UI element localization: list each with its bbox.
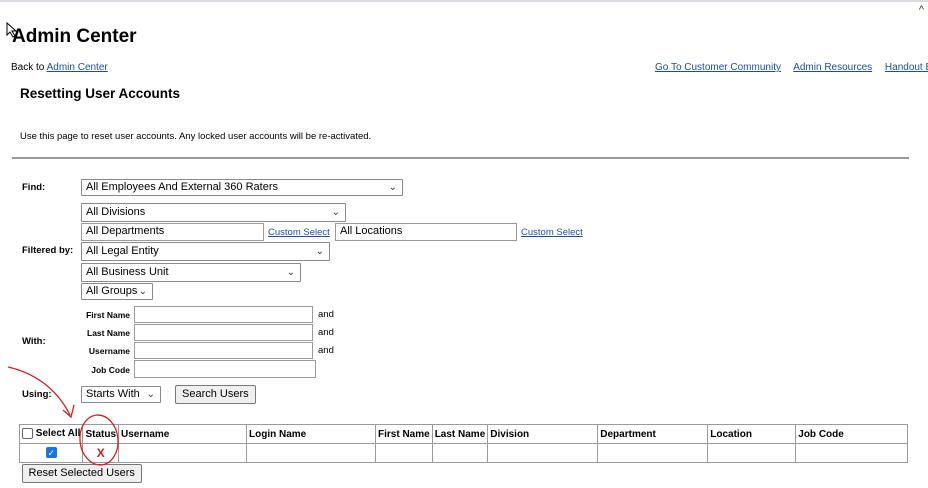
annotation-arrowhead — [62, 404, 75, 419]
legal-entity-value: All Legal Entity — [86, 245, 159, 257]
groups-value: All Groups — [86, 285, 138, 297]
last-name-input[interactable] — [134, 324, 313, 341]
business-unit-select[interactable]: All Business Unit ⌄ — [81, 263, 301, 282]
legal-entity-select[interactable]: All Legal Entity ⌄ — [81, 242, 330, 261]
top-border — [0, 0, 928, 2]
column-header[interactable]: First Name — [375, 424, 433, 444]
column-header[interactable]: Status — [82, 424, 119, 444]
using-label: Using: — [22, 389, 52, 400]
header-links: Go To Customer Community Admin Resources… — [655, 62, 928, 73]
job-code-cell — [795, 443, 908, 463]
last-name-cell — [431, 443, 489, 463]
page-description: Use this page to reset user accounts. An… — [20, 131, 372, 142]
last-name-label: Last Name — [87, 328, 130, 338]
find-label: Find: — [22, 182, 46, 193]
departments-custom-select-link[interactable]: Custom Select — [268, 227, 330, 238]
divider — [12, 157, 909, 159]
select-all-checkbox[interactable] — [22, 428, 33, 440]
column-header[interactable]: Division — [487, 424, 599, 444]
with-label: With: — [22, 336, 46, 347]
reset-selected-users-button[interactable]: Reset Selected Users — [21, 464, 142, 483]
column-header[interactable]: Department — [597, 424, 709, 444]
departments-field[interactable]: All Departments — [81, 223, 264, 241]
and-label: and — [318, 327, 334, 338]
business-unit-value: All Business Unit — [86, 266, 169, 278]
column-header[interactable]: Location — [707, 424, 797, 444]
back-prefix: Back to — [11, 62, 45, 73]
select-all-header: Select All — [18, 424, 84, 444]
department-cell — [597, 443, 709, 463]
chevron-down-icon: ⌄ — [331, 207, 340, 218]
locations-custom-select-link[interactable]: Custom Select — [521, 227, 583, 238]
results-table: Select All Status Username Login Name Fi… — [18, 424, 908, 485]
column-header[interactable]: Last Name — [431, 424, 489, 444]
footer-cell: Reset Selected Users — [20, 463, 908, 485]
chevron-down-icon: ⌄ — [388, 182, 397, 193]
table-header-row: Select All Status Username Login Name Fi… — [18, 424, 908, 444]
collapse-icon[interactable]: ^ — [919, 4, 924, 16]
row-checkbox[interactable]: ✓ — [45, 447, 57, 459]
chevron-down-icon: ⌄ — [146, 389, 155, 400]
page-title: Admin Center — [12, 26, 137, 47]
status-locked-icon: X — [96, 446, 105, 460]
select-all-label: Select All — [35, 428, 81, 440]
filtered-by-label: Filtered by: — [22, 245, 74, 256]
chevron-down-icon: ⌄ — [315, 246, 324, 257]
back-to-admin-center-link[interactable]: Admin Center — [47, 62, 108, 73]
first-name-label: First Name — [86, 310, 130, 320]
username-label: Username — [88, 346, 130, 356]
admin-resources-link[interactable]: Admin Resources — [793, 62, 872, 73]
division-cell — [487, 443, 599, 463]
column-header[interactable]: Username — [118, 424, 247, 444]
chevron-down-icon: ⌄ — [138, 286, 147, 297]
status-cell: X — [82, 443, 119, 463]
locations-field[interactable]: All Locations — [335, 223, 517, 241]
divisions-select[interactable]: All Divisions ⌄ — [81, 203, 346, 222]
customer-community-link[interactable]: Go To Customer Community — [655, 62, 781, 73]
job-code-input[interactable] — [134, 360, 316, 378]
first-name-cell — [375, 443, 433, 463]
login-name-cell — [246, 443, 376, 463]
match-mode-value: Starts With — [86, 388, 140, 400]
section-title: Resetting User Accounts — [20, 86, 181, 101]
and-label: and — [318, 309, 334, 320]
chevron-down-icon: ⌄ — [286, 267, 295, 278]
breadcrumb: Back to Admin Center — [11, 62, 108, 73]
table-footer-row: Reset Selected Users — [20, 463, 908, 485]
find-select-value: All Employees And External 360 Raters — [86, 181, 278, 193]
first-name-input[interactable] — [134, 306, 313, 323]
column-header[interactable]: Job Code — [795, 424, 908, 444]
location-cell — [707, 443, 797, 463]
and-label: and — [318, 345, 334, 356]
username-cell — [118, 443, 247, 463]
username-input[interactable] — [134, 342, 313, 359]
handout-link[interactable]: Handout Bu — [885, 62, 928, 73]
search-users-button[interactable]: Search Users — [175, 385, 256, 404]
find-select[interactable]: All Employees And External 360 Raters ⌄ — [81, 179, 403, 196]
match-mode-select[interactable]: Starts With ⌄ — [81, 386, 161, 403]
row-select-cell: ✓ — [18, 443, 84, 463]
column-header[interactable]: Login Name — [246, 424, 376, 444]
table-row: ✓ X — [18, 443, 908, 463]
job-code-label: Job Code — [91, 365, 130, 375]
groups-select[interactable]: All Groups ⌄ — [81, 283, 153, 300]
divisions-value: All Divisions — [86, 206, 146, 218]
